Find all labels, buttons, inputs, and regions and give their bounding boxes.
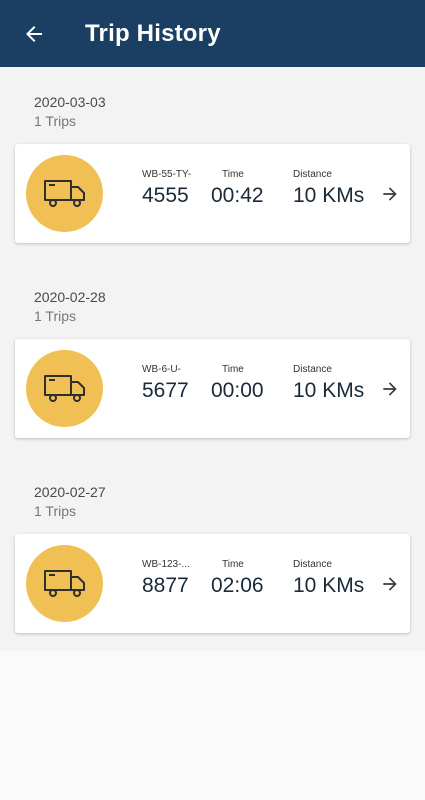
time-value: 00:42 (211, 184, 264, 207)
truck-icon (43, 374, 85, 402)
app-bar: Trip History (0, 0, 425, 67)
trip-date: 2020-02-28 (34, 289, 106, 305)
plate-prefix: WB-55-TY- (142, 169, 192, 180)
trip-date: 2020-02-27 (34, 484, 106, 500)
time-value: 00:00 (211, 379, 264, 402)
truck-icon (43, 179, 85, 207)
vehicle-avatar (26, 545, 103, 622)
arrow-right-icon[interactable] (379, 573, 401, 595)
distance-label: Distance (293, 559, 332, 570)
distance-value: 10 KMs (293, 379, 365, 402)
distance-label: Distance (293, 169, 332, 180)
page-title: Trip History (85, 20, 221, 47)
plate-prefix: WB-6-U- (142, 364, 181, 375)
trip-list: 2020-03-03 1 Trips WB-55-TY- 4555 Time 0… (0, 67, 425, 651)
trip-card[interactable]: WB-55-TY- 4555 Time 00:42 Distance 10 KM… (15, 144, 410, 243)
distance-label: Distance (293, 364, 332, 375)
distance-value: 10 KMs (293, 574, 365, 597)
trip-count: 1 Trips (34, 503, 77, 519)
arrow-right-icon[interactable] (379, 378, 401, 400)
time-label: Time (222, 364, 244, 375)
vehicle-avatar (26, 155, 103, 232)
vehicle-avatar (26, 350, 103, 427)
trip-count: 1 Trips (34, 113, 77, 129)
trip-card[interactable]: WB-6-U- 5677 Time 00:00 Distance 10 KMs (15, 339, 410, 438)
back-button[interactable] (14, 14, 54, 54)
time-label: Time (222, 559, 244, 570)
trip-date: 2020-03-03 (34, 94, 106, 110)
trip-card[interactable]: WB-123-... 8877 Time 02:06 Distance 10 K… (15, 534, 410, 633)
arrow-left-icon (26, 26, 42, 42)
truck-icon (43, 569, 85, 597)
trip-count: 1 Trips (34, 308, 77, 324)
arrow-right-icon[interactable] (379, 183, 401, 205)
empty-area (0, 651, 425, 800)
plate-number: 5677 (142, 379, 189, 402)
plate-number: 4555 (142, 184, 189, 207)
time-label: Time (222, 169, 244, 180)
plate-prefix: WB-123-... (142, 559, 190, 570)
time-value: 02:06 (211, 574, 264, 597)
distance-value: 10 KMs (293, 184, 365, 207)
plate-number: 8877 (142, 574, 189, 597)
